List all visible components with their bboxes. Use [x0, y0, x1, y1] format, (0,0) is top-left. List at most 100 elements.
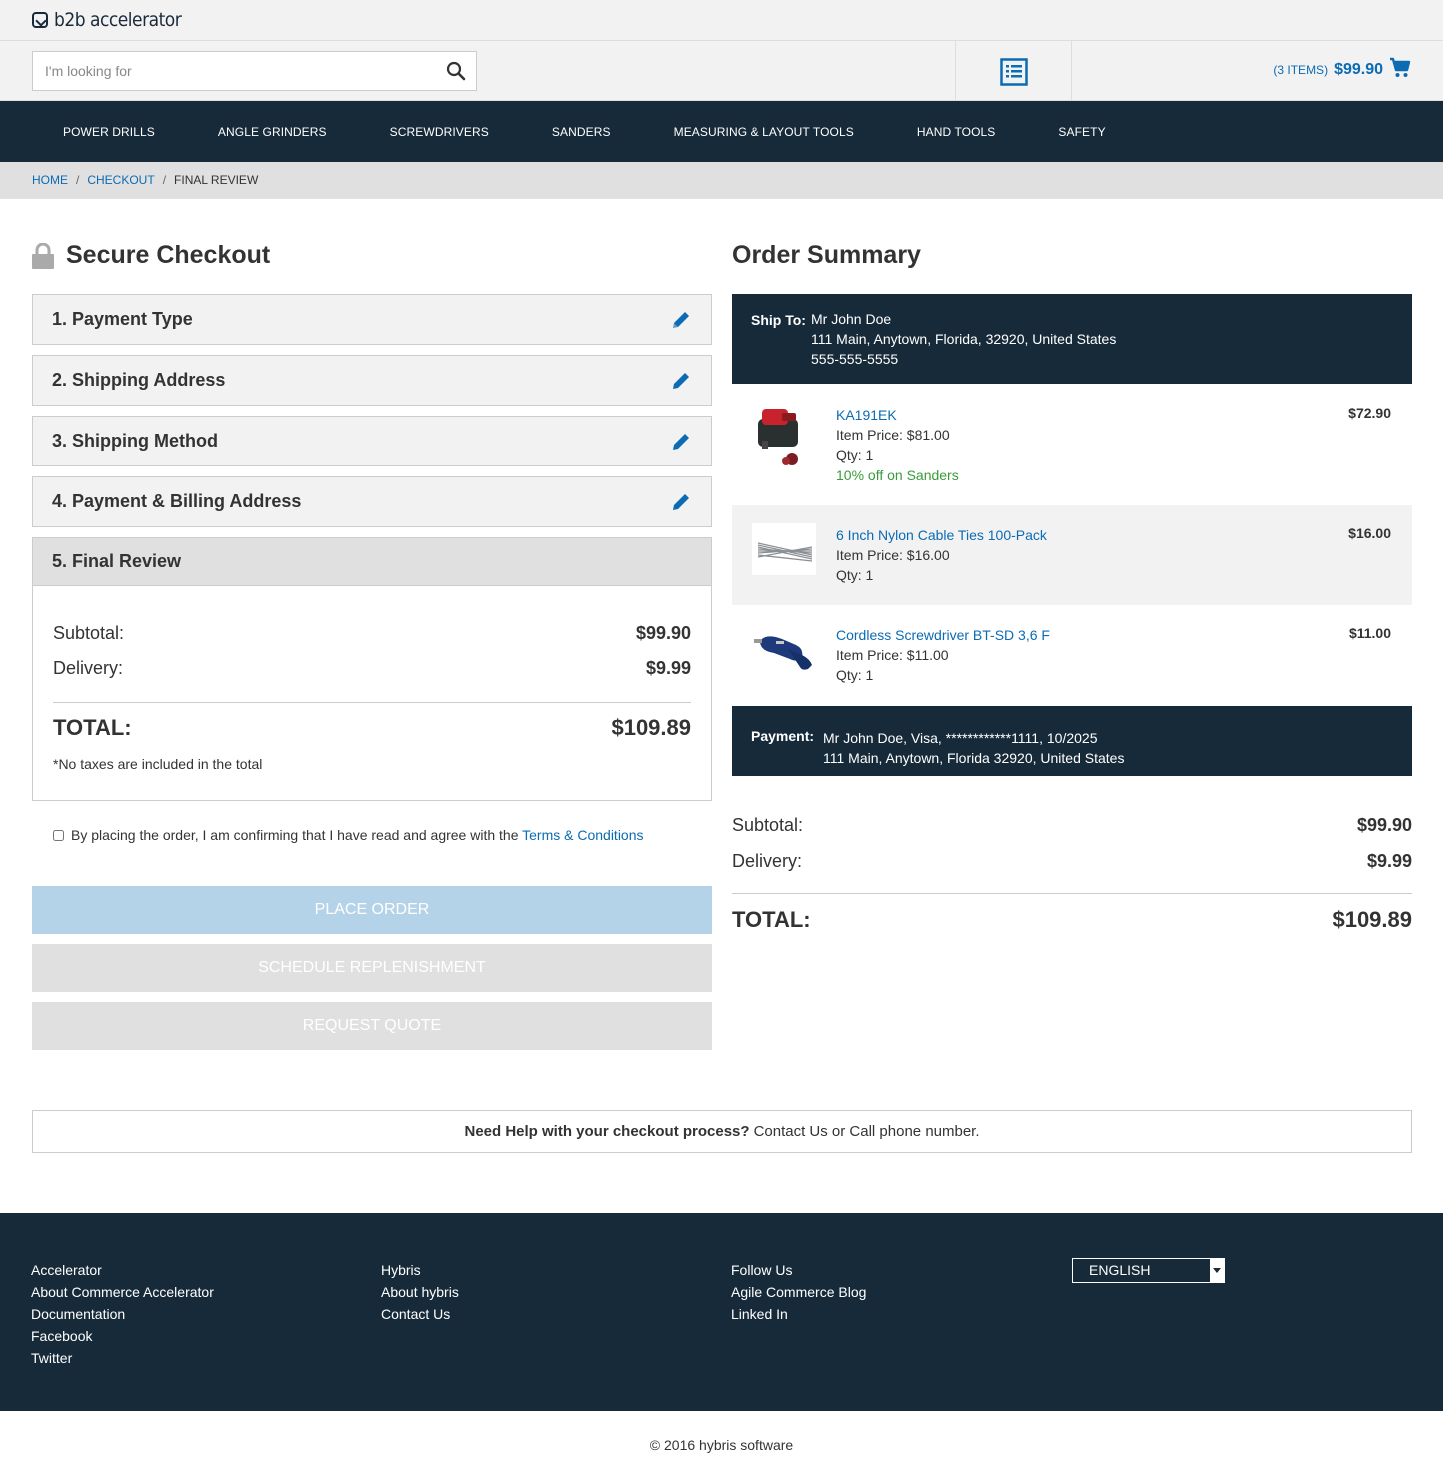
final-review-panel: Subtotal: $99.90 Delivery: $9.99 TOTAL: … [32, 585, 712, 801]
footer-link-contact-us[interactable]: Contact Us [381, 1303, 459, 1325]
nav-screwdrivers[interactable]: SCREWDRIVERS [390, 125, 489, 139]
footer-link-linked-in[interactable]: Linked In [731, 1303, 866, 1325]
delivery-row: Delivery: $9.99 [53, 658, 691, 679]
step-label: 3. Shipping Method [52, 430, 218, 451]
checkout-help-box: Need Help with your checkout process? Co… [32, 1110, 1412, 1153]
place-order-button[interactable]: PLACE ORDER [32, 886, 712, 934]
footer-link-documentation[interactable]: Documentation [31, 1303, 214, 1325]
footer-link-agile-commerce-blog[interactable]: Agile Commerce Blog [731, 1281, 866, 1303]
footer-link-twitter[interactable]: Twitter [31, 1347, 214, 1369]
product-thumbnail-screwdriver[interactable] [752, 623, 812, 679]
divider [53, 702, 691, 703]
subtotal-row: Subtotal: $99.90 [53, 623, 691, 644]
step-label: 5. Final Review [52, 551, 182, 571]
subtotal-label: Subtotal: [732, 815, 804, 835]
step-shipping-method[interactable]: 3. Shipping Method [32, 416, 712, 466]
item-qty: Qty: 1 [836, 667, 874, 683]
terms-text: By placing the order, I am confirming th… [71, 827, 644, 843]
ship-to-name: Mr John Doe [811, 311, 892, 327]
subtotal-value: $99.90 [635, 623, 691, 643]
order-item: Cordless Screwdriver BT-SD 3,6 F Item Pr… [732, 605, 1412, 705]
language-select[interactable]: ENGLISH [1072, 1258, 1225, 1283]
breadcrumb-separator: / [76, 173, 80, 187]
step-label: 4. Payment & Billing Address [52, 491, 302, 511]
step-payment-billing-address[interactable]: 4. Payment & Billing Address [32, 476, 712, 527]
terms-conditions-link[interactable]: Terms & Conditions [522, 827, 643, 843]
summary-total-row: TOTAL: $109.89 [732, 907, 1412, 933]
item-name-link[interactable]: Cordless Screwdriver BT-SD 3,6 F [836, 625, 1050, 645]
item-price: Item Price: $16.00 [836, 547, 950, 563]
terms-checkbox[interactable] [53, 829, 64, 841]
ship-to-phone: 555-555-5555 [811, 351, 899, 367]
edit-pencil-icon[interactable] [670, 370, 692, 392]
subtotal-value: $99.90 [1356, 815, 1412, 835]
delivery-value: $9.99 [645, 658, 691, 678]
step-final-review: 5. Final Review [32, 537, 712, 586]
terms-agreement: By placing the order, I am confirming th… [53, 827, 644, 843]
language-selected: ENGLISH [1089, 1262, 1151, 1278]
cart-total: $99.90 [1334, 60, 1383, 78]
footer-link-about-hybris[interactable]: About hybris [381, 1281, 459, 1303]
summary-delivery-row: Delivery: $9.99 [732, 851, 1412, 872]
mini-cart[interactable]: (3 ITEMS) $99.90 [1273, 57, 1411, 82]
product-thumbnail-cable-ties[interactable] [752, 523, 816, 579]
cart-item-count: (3 ITEMS) [1273, 62, 1329, 77]
footer-column-follow-us: Follow Us Agile Commerce Blog Linked In [731, 1259, 866, 1325]
nav-hand-tools[interactable]: HAND TOOLS [917, 125, 996, 139]
breadcrumb-checkout[interactable]: CHECKOUT [87, 173, 154, 187]
ship-to-panel: Ship To: Mr John Doe 111 Main, Anytown, … [732, 294, 1412, 384]
item-qty: Qty: 1 [836, 447, 874, 463]
divider [1071, 41, 1072, 101]
schedule-replenishment-button[interactable]: SCHEDULE REPLENISHMENT [32, 944, 712, 992]
step-payment-type[interactable]: 1. Payment Type [32, 294, 712, 345]
edit-pencil-icon[interactable] [670, 491, 692, 513]
item-total: $72.90 [1348, 405, 1391, 421]
search-input[interactable] [33, 52, 423, 90]
breadcrumb: HOME / CHECKOUT / FINAL REVIEW [0, 162, 1443, 199]
order-item: KA191EK Item Price: $81.00 Qty: 1 10% of… [732, 385, 1412, 485]
item-total: $16.00 [1348, 525, 1391, 541]
product-thumbnail-sander[interactable] [752, 403, 804, 465]
item-total: $11.00 [1348, 625, 1391, 641]
edit-pencil-icon[interactable] [670, 309, 692, 331]
item-info: Cordless Screwdriver BT-SD 3,6 F Item Pr… [836, 625, 1050, 685]
footer-link-facebook[interactable]: Facebook [31, 1325, 214, 1347]
help-heading: Need Help with your checkout process? [464, 1123, 750, 1140]
ship-to-address: Mr John Doe 111 Main, Anytown, Florida, … [811, 309, 1116, 369]
copyright: © 2016 hybris software [649, 1437, 794, 1453]
breadcrumb-separator: / [162, 173, 167, 187]
footer-link-about-commerce-accelerator[interactable]: About Commerce Accelerator [31, 1281, 214, 1303]
nav-sanders[interactable]: SANDERS [552, 125, 611, 139]
payment-card: Mr John Doe, Visa, ************1111, 10/… [823, 730, 1098, 746]
order-item: 6 Inch Nylon Cable Ties 100-Pack Item Pr… [732, 505, 1412, 605]
quick-order-list-icon[interactable] [1000, 58, 1028, 86]
search-row: (3 ITEMS) $99.90 [0, 41, 1443, 101]
edit-pencil-icon[interactable] [670, 431, 692, 453]
search-icon[interactable] [446, 61, 466, 81]
step-shipping-address[interactable]: 2. Shipping Address [32, 355, 712, 406]
secure-checkout-heading: Secure Checkout [32, 241, 270, 270]
nav-measuring-layout-tools[interactable]: MEASURING & LAYOUT TOOLS [674, 125, 854, 139]
delivery-value: $9.99 [1366, 851, 1412, 871]
divider [732, 893, 1412, 894]
footer-column-accelerator: Accelerator About Commerce Accelerator D… [31, 1259, 214, 1369]
site-logo[interactable]: b2b accelerator [32, 9, 182, 31]
step-label: 2. Shipping Address [52, 370, 226, 390]
nav-safety[interactable]: SAFETY [1058, 125, 1105, 139]
help-text: Contact Us or Call phone number. [753, 1123, 980, 1140]
lock-icon [32, 242, 54, 269]
breadcrumb-current: FINAL REVIEW [174, 173, 259, 187]
search-box [32, 51, 477, 91]
total-label: TOTAL: [53, 715, 132, 740]
item-info: 6 Inch Nylon Cable Ties 100-Pack Item Pr… [836, 525, 1047, 585]
nav-angle-grinders[interactable]: ANGLE GRINDERS [218, 125, 327, 139]
request-quote-button[interactable]: REQUEST QUOTE [32, 1002, 712, 1050]
item-promotion: 10% off on Sanders [836, 467, 959, 483]
item-price: Item Price: $11.00 [836, 647, 949, 663]
category-nav: POWER DRILLS ANGLE GRINDERS SCREWDRIVERS… [0, 101, 1443, 162]
breadcrumb-home[interactable]: HOME [32, 173, 68, 187]
item-name-link[interactable]: 6 Inch Nylon Cable Ties 100-Pack [836, 525, 1047, 545]
nav-power-drills[interactable]: POWER DRILLS [63, 125, 155, 139]
item-name-link[interactable]: KA191EK [836, 405, 959, 425]
total-value: $109.89 [1332, 907, 1412, 932]
